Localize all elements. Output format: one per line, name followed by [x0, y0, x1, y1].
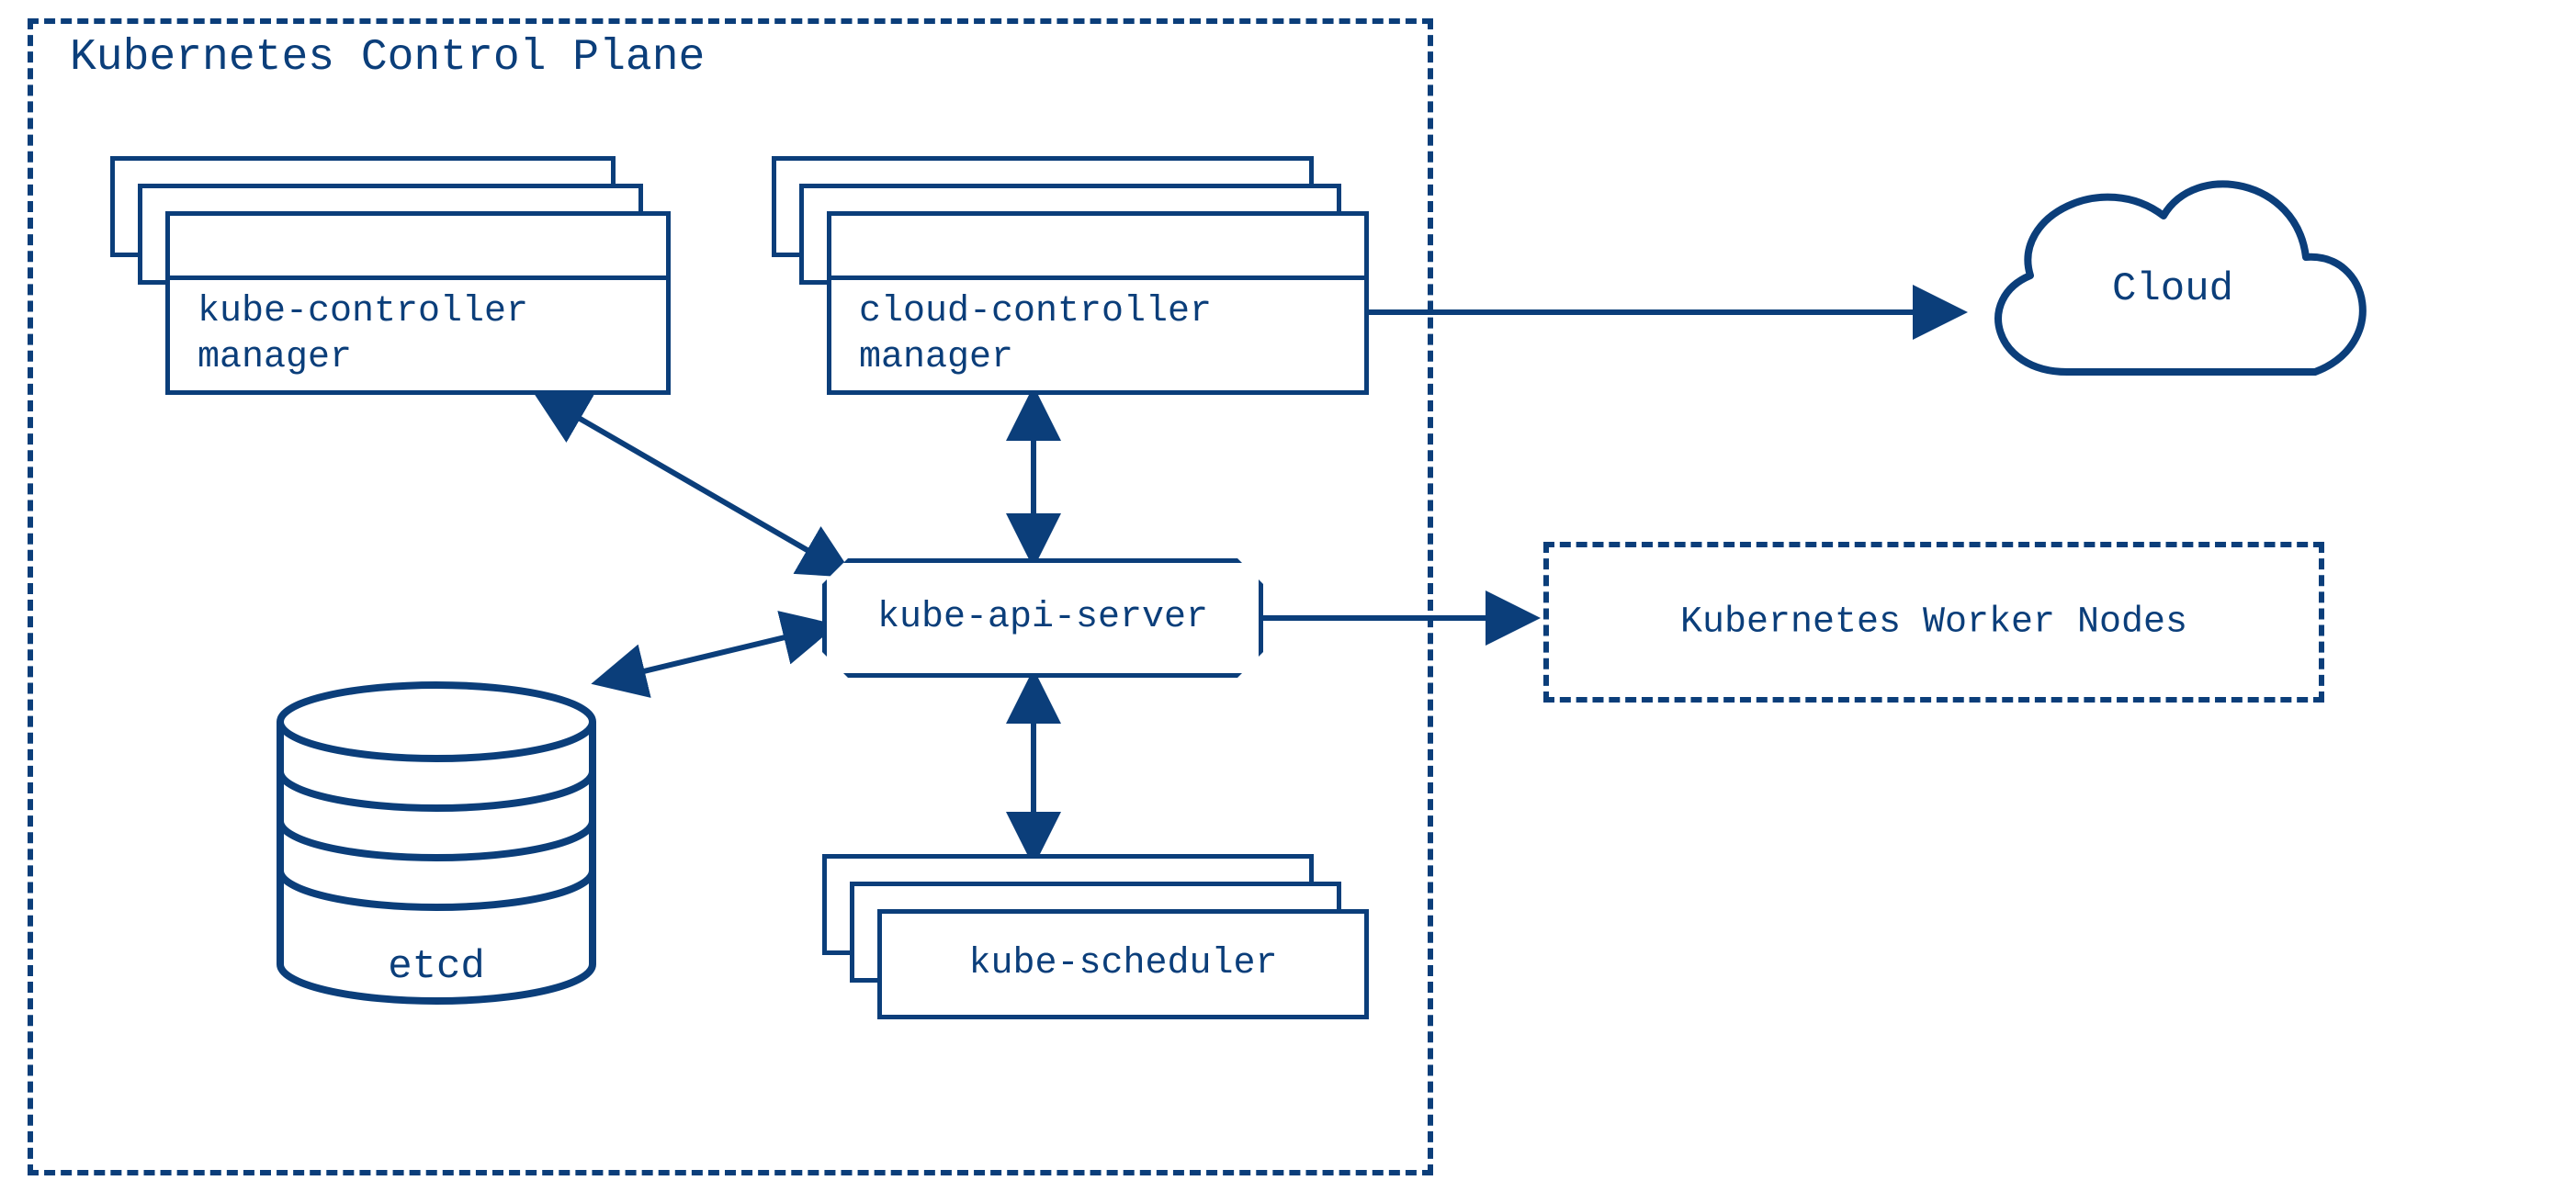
kube-scheduler-node: kube-scheduler: [822, 854, 1350, 1056]
worker-nodes-group: Kubernetes Worker Nodes: [1543, 542, 2324, 703]
etcd-label: etcd: [388, 944, 485, 990]
kube-api-server-label: kube-api-server: [877, 595, 1208, 641]
cloud-controller-manager-node: cloud-controller manager: [772, 156, 1350, 395]
kube-api-server-node: kube-api-server: [822, 558, 1263, 678]
cloud-label: Cloud: [2112, 266, 2233, 312]
diagram-stage: Kubernetes Control Plane kube-controller…: [0, 0, 2576, 1203]
control-plane-title: Kubernetes Control Plane: [70, 33, 705, 83]
kube-controller-manager-node: kube-controller manager: [110, 156, 652, 395]
etcd-node: etcd: [271, 680, 602, 1010]
kube-controller-manager-label: kube-controller manager: [198, 289, 528, 381]
cloud-controller-manager-label: cloud-controller manager: [859, 289, 1212, 381]
cloud-node: Cloud: [1957, 133, 2389, 427]
worker-nodes-label: Kubernetes Worker Nodes: [1680, 602, 2187, 643]
kube-scheduler-label: kube-scheduler: [968, 941, 1277, 987]
